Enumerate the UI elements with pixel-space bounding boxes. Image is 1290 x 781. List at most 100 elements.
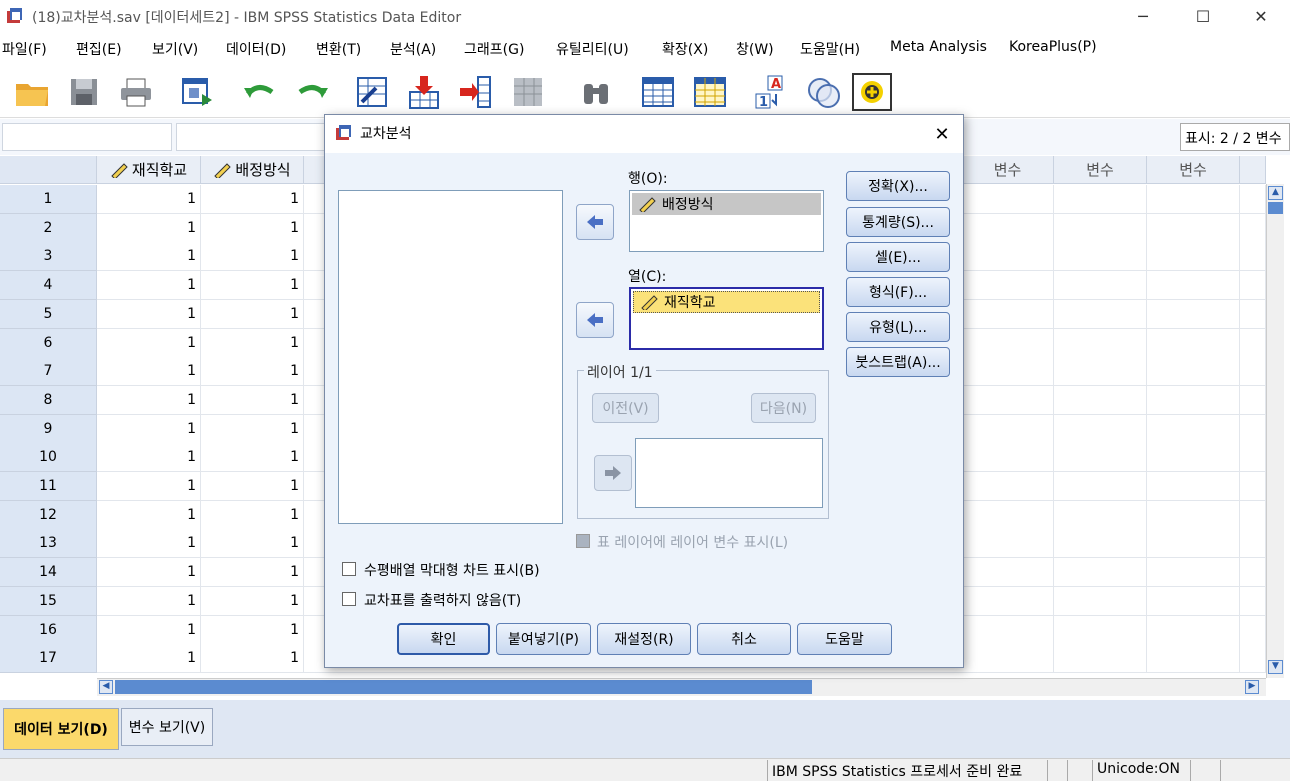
cells-button[interactable]: 셀(E)... xyxy=(846,242,950,272)
table-cell[interactable] xyxy=(1054,616,1147,645)
table-cell[interactable] xyxy=(962,558,1054,587)
menu-window[interactable]: 창(W) xyxy=(736,39,774,59)
column-header-empty[interactable] xyxy=(1240,156,1266,184)
paste-button[interactable]: 붙여넣기(P) xyxy=(496,623,591,655)
data-table-icon[interactable] xyxy=(638,72,678,112)
vertical-scroll-thumb[interactable] xyxy=(1268,202,1283,214)
table-cell[interactable] xyxy=(1240,386,1266,415)
table-cell[interactable] xyxy=(1240,472,1266,501)
rows-list[interactable]: 배정방식 xyxy=(629,190,824,252)
row-header[interactable]: 6 xyxy=(0,329,97,358)
table-cell[interactable] xyxy=(962,185,1054,214)
table-cell[interactable] xyxy=(1147,529,1240,558)
table-cell[interactable] xyxy=(962,357,1054,386)
table-cell[interactable] xyxy=(1147,357,1240,386)
tab-variable-view[interactable]: 변수 보기(V) xyxy=(121,708,213,746)
table-cell[interactable] xyxy=(962,443,1054,472)
row-header[interactable]: 14 xyxy=(0,558,97,587)
table-cell[interactable]: 1 xyxy=(97,587,201,616)
print-icon[interactable] xyxy=(116,72,156,112)
table-cell[interactable] xyxy=(1147,644,1240,673)
table-cell[interactable] xyxy=(1240,558,1266,587)
table-cell[interactable] xyxy=(1147,558,1240,587)
table-cell[interactable]: 1 xyxy=(97,443,201,472)
table-cell[interactable] xyxy=(1054,558,1147,587)
columns-list-item[interactable]: 재직학교 xyxy=(633,291,820,313)
table-cell[interactable] xyxy=(1054,271,1147,300)
row-header[interactable]: 10 xyxy=(0,443,97,472)
table-cell[interactable] xyxy=(1054,472,1147,501)
table-cell[interactable]: 1 xyxy=(201,329,304,358)
table-cell[interactable] xyxy=(962,644,1054,673)
table-cell[interactable] xyxy=(1240,300,1266,329)
table-cell[interactable]: 1 xyxy=(97,242,201,271)
table-cell[interactable]: 1 xyxy=(97,386,201,415)
row-header[interactable]: 17 xyxy=(0,644,97,673)
scroll-right-icon[interactable]: ▶ xyxy=(1245,680,1259,694)
table-cell[interactable] xyxy=(962,300,1054,329)
table-cell[interactable]: 1 xyxy=(201,357,304,386)
table-cell[interactable]: 1 xyxy=(97,644,201,673)
table-cell[interactable]: 1 xyxy=(201,616,304,645)
table-cell[interactable] xyxy=(1147,443,1240,472)
menu-analyze[interactable]: 분석(A) xyxy=(390,39,436,59)
table-cell[interactable] xyxy=(1240,443,1266,472)
dialog-close-icon[interactable]: ✕ xyxy=(928,120,956,148)
row-header[interactable]: 13 xyxy=(0,529,97,558)
suppress-tables-checkbox[interactable] xyxy=(342,592,356,606)
table-cell[interactable]: 1 xyxy=(201,529,304,558)
maximize-button[interactable]: ☐ xyxy=(1180,0,1226,32)
column-header-재직학교[interactable]: 재직학교 xyxy=(97,156,201,184)
table-cell[interactable]: 1 xyxy=(97,616,201,645)
table-cell[interactable] xyxy=(962,529,1054,558)
menu-file[interactable]: 파일(F) xyxy=(2,39,47,59)
row-header[interactable]: 4 xyxy=(0,271,97,300)
table-cell[interactable]: 1 xyxy=(201,185,304,214)
table-cell[interactable] xyxy=(1147,415,1240,444)
table-cell[interactable]: 1 xyxy=(97,185,201,214)
scroll-up-icon[interactable]: ▲ xyxy=(1268,186,1283,200)
move-to-columns-button[interactable] xyxy=(576,302,614,338)
table-cell[interactable] xyxy=(1147,300,1240,329)
table-cell[interactable] xyxy=(1147,472,1240,501)
table-cell[interactable]: 1 xyxy=(201,415,304,444)
add-on-icon[interactable] xyxy=(852,72,892,112)
source-variable-list[interactable] xyxy=(338,190,563,524)
row-header[interactable]: 2 xyxy=(0,214,97,243)
table-cell[interactable] xyxy=(1240,644,1266,673)
table-cell[interactable]: 1 xyxy=(97,329,201,358)
table-cell[interactable]: 1 xyxy=(97,472,201,501)
menu-edit[interactable]: 편집(E) xyxy=(76,39,122,59)
menu-meta-analysis[interactable]: Meta Analysis xyxy=(890,39,987,55)
menu-graphs[interactable]: 그래프(G) xyxy=(464,39,524,59)
row-header[interactable]: 1 xyxy=(0,185,97,214)
table-cell[interactable] xyxy=(1240,185,1266,214)
use-sets-icon[interactable] xyxy=(804,72,844,112)
reset-button[interactable]: 재설정(R) xyxy=(597,623,691,655)
table-cell[interactable] xyxy=(1054,300,1147,329)
table-cell[interactable] xyxy=(1240,271,1266,300)
menu-utilities[interactable]: 유틸리티(U) xyxy=(556,39,629,59)
ok-button[interactable]: 확인 xyxy=(397,623,490,655)
horizontal-scroll-thumb[interactable] xyxy=(115,680,812,694)
table-cell[interactable] xyxy=(962,501,1054,530)
open-folder-icon[interactable] xyxy=(12,72,52,112)
table-cell[interactable] xyxy=(1240,529,1266,558)
table-cell[interactable]: 1 xyxy=(97,415,201,444)
menu-help[interactable]: 도움말(H) xyxy=(800,39,860,59)
table-cell[interactable]: 1 xyxy=(97,271,201,300)
table-cell[interactable] xyxy=(1054,242,1147,271)
row-header[interactable]: 12 xyxy=(0,501,97,530)
table-cell[interactable] xyxy=(962,472,1054,501)
cell-reference-box[interactable] xyxy=(2,123,172,151)
table-cell[interactable] xyxy=(1240,214,1266,243)
goto-case-icon[interactable] xyxy=(352,72,392,112)
scroll-down-icon[interactable]: ▼ xyxy=(1268,660,1283,674)
row-header[interactable]: 5 xyxy=(0,300,97,329)
row-header[interactable]: 8 xyxy=(0,386,97,415)
menu-koreaplus[interactable]: KoreaPlus(P) xyxy=(1009,39,1097,55)
table-cell[interactable] xyxy=(962,329,1054,358)
table-cell[interactable]: 1 xyxy=(201,443,304,472)
move-to-layer-button[interactable] xyxy=(594,455,632,491)
dialog-recall-icon[interactable] xyxy=(178,72,218,112)
